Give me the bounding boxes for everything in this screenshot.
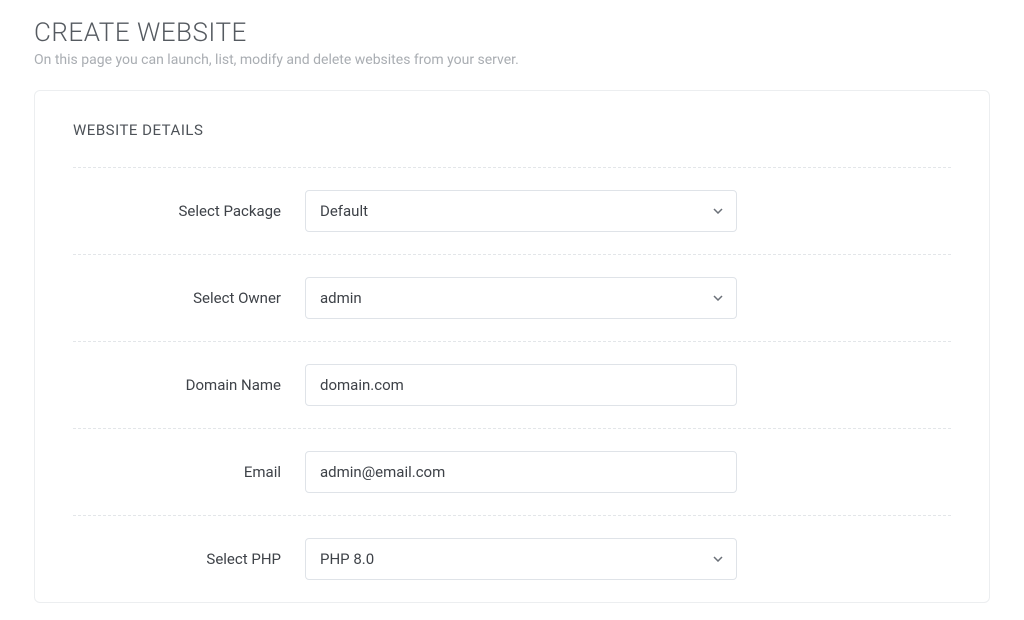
row-domain-name: Domain Name [73,341,951,428]
page-title: CREATE WEBSITE [34,18,990,48]
select-php-wrap: PHP 8.0 [305,538,737,580]
email-input-wrap [305,451,737,493]
row-email: Email [73,428,951,515]
select-package[interactable]: Default [305,190,737,232]
label-domain-name: Domain Name [73,376,305,394]
select-php[interactable]: PHP 8.0 [305,538,737,580]
select-owner[interactable]: admin [305,277,737,319]
page-subtitle: On this page you can launch, list, modif… [34,52,990,68]
details-card: WEBSITE DETAILS Select Package Default S… [34,90,990,603]
row-select-php: Select PHP PHP 8.0 [73,515,951,602]
email-input[interactable] [305,451,737,493]
label-select-php: Select PHP [73,550,305,568]
domain-input-wrap [305,364,737,406]
row-select-package: Select Package Default [73,167,951,254]
panel-heading: WEBSITE DETAILS [73,121,951,139]
select-owner-wrap: admin [305,277,737,319]
select-package-wrap: Default [305,190,737,232]
label-email: Email [73,463,305,481]
label-select-package: Select Package [73,202,305,220]
domain-name-input[interactable] [305,364,737,406]
row-select-owner: Select Owner admin [73,254,951,341]
page-container: CREATE WEBSITE On this page you can laun… [0,0,1024,603]
label-select-owner: Select Owner [73,289,305,307]
